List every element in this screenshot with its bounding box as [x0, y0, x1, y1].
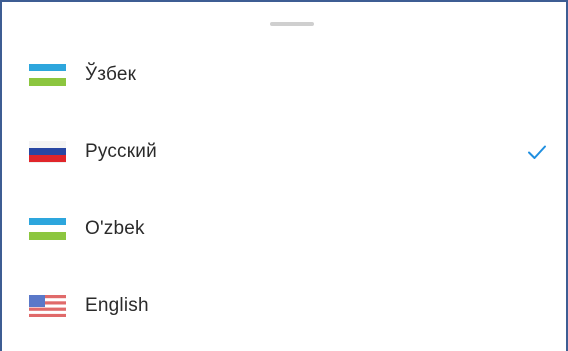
language-option-uzbek-latin[interactable]: O'zbek: [2, 190, 566, 267]
language-option-russian[interactable]: Русский: [2, 113, 566, 190]
check-icon: [528, 145, 546, 159]
language-list: Ўзбек Русский O'zbek English: [2, 36, 566, 344]
language-option-english[interactable]: English: [2, 267, 566, 344]
language-label: Русский: [85, 140, 157, 162]
language-label: O'zbek: [85, 217, 145, 239]
language-option-uzbek-cyrillic[interactable]: Ўзбек: [2, 36, 566, 113]
drag-handle[interactable]: [270, 22, 314, 26]
uzbekistan-flag-icon: [29, 63, 66, 86]
language-bottom-sheet: Ўзбек Русский O'zbek English: [0, 0, 568, 351]
usa-flag-icon: [29, 294, 66, 317]
russia-flag-icon: [29, 140, 66, 163]
language-label: English: [85, 294, 149, 316]
language-label: Ўзбек: [85, 63, 137, 85]
uzbekistan-flag-icon: [29, 217, 66, 240]
